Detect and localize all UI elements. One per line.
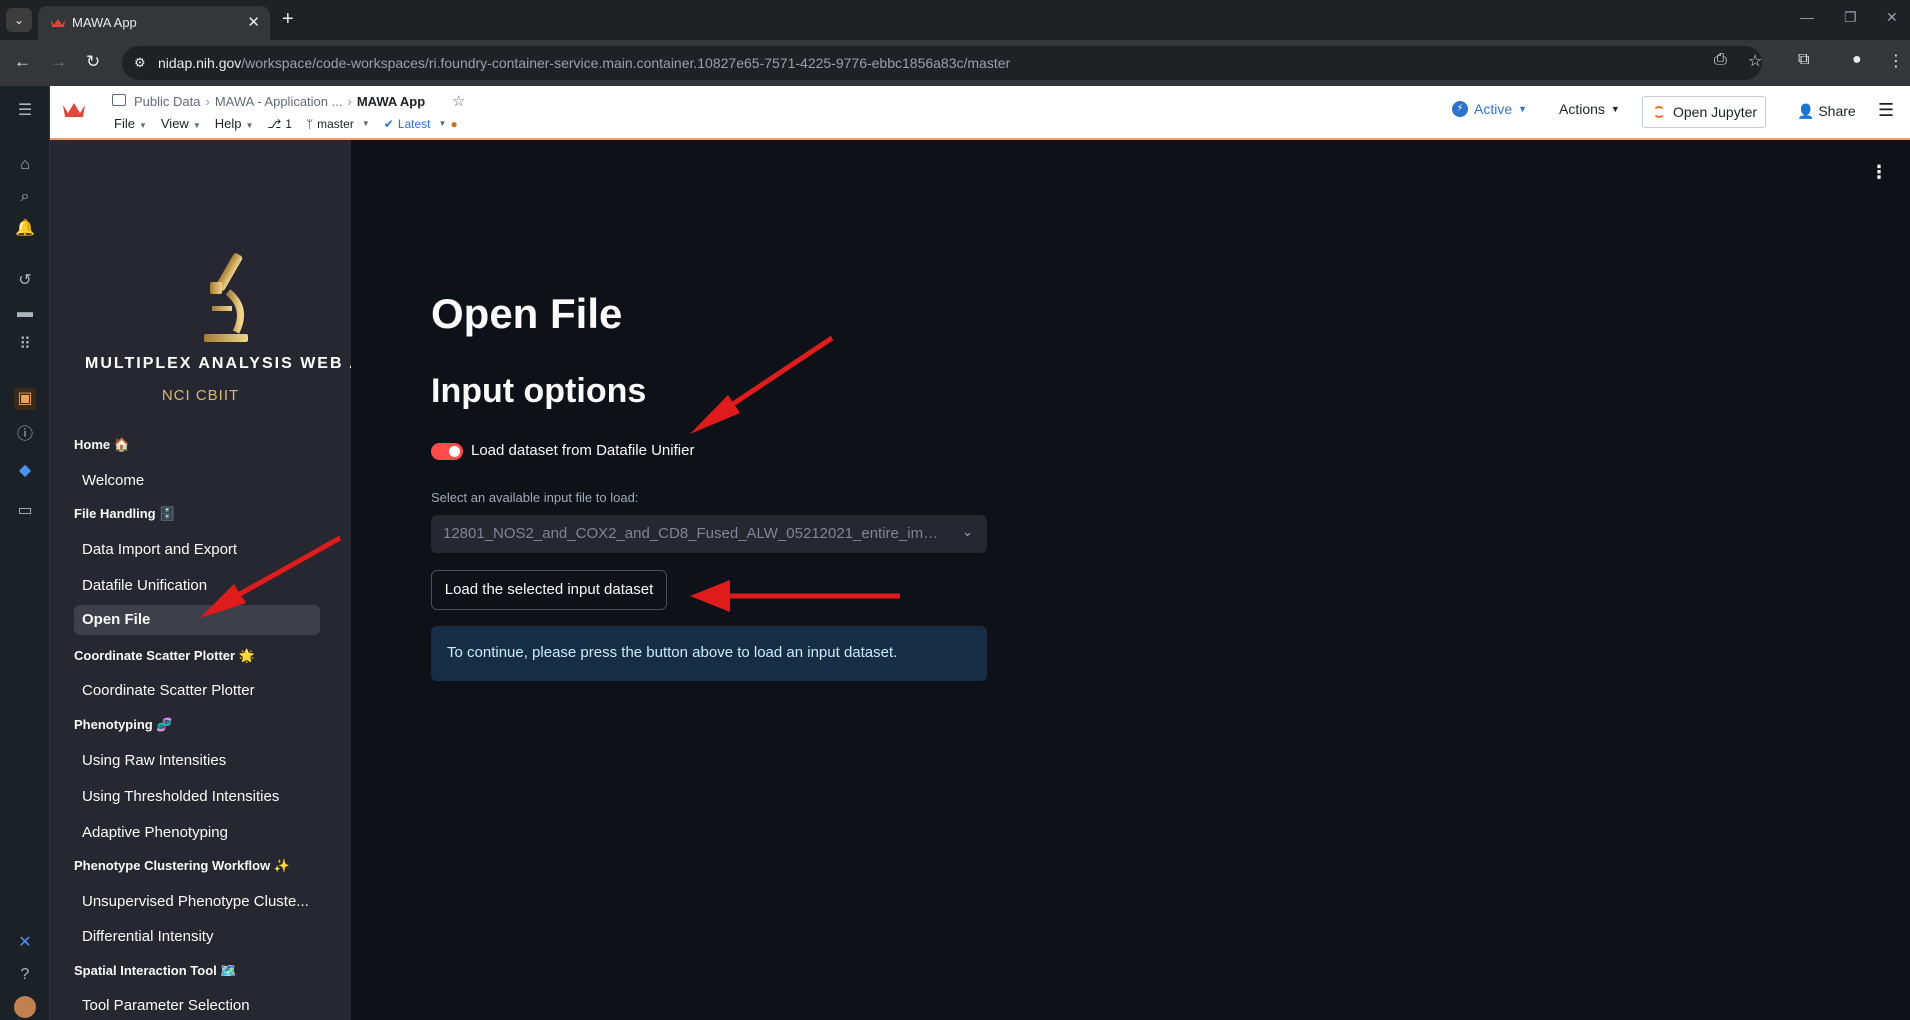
select-value: 12801_NOS2_and_COX2_and_CD8_Fused_ALW_05… (443, 525, 943, 542)
menu-bar: File ▼ View ▼ Help ▼ ⎇ 1 ᛘ master ▼ ✔ Latest… (114, 116, 458, 131)
sidebar-list-icon[interactable]: ☰ (1878, 100, 1894, 121)
profile-icon[interactable]: ● (1852, 51, 1862, 69)
forward-icon[interactable]: → (50, 52, 67, 72)
nav-item-open-file[interactable]: Open File (74, 605, 320, 635)
breadcrumb-item[interactable]: Public Data (134, 94, 200, 109)
back-icon[interactable]: ← (14, 52, 31, 72)
nav-item-adaptive-phenotyping[interactable]: Adaptive Phenotyping (74, 818, 320, 848)
nav-item-tool-parameter-selection[interactable]: Tool Parameter Selection (74, 991, 320, 1020)
app-logo-title: MULTIPLEX ANALYSIS WEB AP (85, 355, 351, 372)
lightning-icon: ⚡ (1452, 101, 1468, 117)
load-from-unifier-toggle[interactable] (431, 443, 463, 460)
nav-section-phenotyping: Phenotyping 🧬 (74, 717, 173, 732)
microscope-logo-icon (204, 253, 248, 342)
nav-item-differential-intensity[interactable]: Differential Intensity (74, 922, 320, 952)
page-title: Open File (431, 290, 623, 337)
bookmark-star-icon[interactable]: ☆ (1748, 51, 1762, 71)
minimize-icon[interactable]: — (1800, 9, 1814, 25)
search-icon[interactable]: ⌕ (14, 186, 36, 208)
nav-item-data-import-export[interactable]: Data Import and Export (74, 535, 320, 565)
app-sidebar: MULTIPLEX ANALYSIS WEB AP NCI CBIIT Home… (50, 140, 351, 1020)
nav-item-unsupervised-clustering[interactable]: Unsupervised Phenotype Cluste... (74, 887, 320, 917)
nav-item-coordinate-scatter-plotter[interactable]: Coordinate Scatter Plotter (74, 676, 320, 706)
nav-section-coordinate-scatter: Coordinate Scatter Plotter 🌟 (74, 648, 255, 663)
load-dataset-button[interactable]: Load the selected input dataset (431, 570, 667, 610)
menu-view[interactable]: View ▼ (161, 116, 201, 131)
browser-tab[interactable]: MAWA App ✕ (38, 6, 270, 40)
foundry-logo-icon[interactable] (62, 100, 86, 120)
open-folder-icon[interactable]: ▭ (14, 500, 36, 522)
kebab-menu-icon[interactable]: ⋮ (1870, 162, 1888, 183)
favorite-star-icon[interactable]: ☆ (452, 92, 465, 110)
site-info-icon[interactable]: ⚙ (134, 55, 146, 71)
nav-item-datafile-unification[interactable]: Datafile Unification (74, 571, 320, 601)
chrome-menu-icon[interactable]: ⋮ (1888, 51, 1904, 71)
nav-item-thresholded-intensities[interactable]: Using Thresholded Intensities (74, 782, 320, 812)
extensions-icon[interactable]: ⧉ (1798, 51, 1809, 69)
document-icon (112, 94, 126, 106)
nav-section-phenotype-clustering: Phenotype Clustering Workflow ✨ (74, 858, 291, 873)
help-icon[interactable]: ? (14, 964, 36, 986)
apps-icon[interactable]: ⠿ (14, 334, 36, 356)
open-jupyter-button[interactable]: Open Jupyter (1642, 96, 1766, 128)
alert-icon[interactable]: ⓘ (14, 424, 36, 446)
address-bar[interactable]: ⚙ nidap.nih.gov/workspace/code-workspace… (122, 46, 1762, 80)
version-selector[interactable]: ✔ Latest ▼ ● (384, 117, 458, 131)
nav-item-welcome[interactable]: Welcome (74, 466, 320, 496)
nav-section-home: Home 🏠 (74, 437, 130, 452)
tab-close-icon[interactable]: ✕ (247, 13, 260, 31)
folder-icon[interactable]: ▬ (14, 302, 36, 324)
share-button[interactable]: 👤 Share (1797, 103, 1856, 120)
app-logo-subtitle: NCI CBIIT (161, 387, 240, 404)
foundry-favicon-icon (51, 19, 65, 27)
select-label: Select an available input file to load: (431, 490, 639, 505)
breadcrumb: Public Data › MAWA - Application ... › MAWA … (134, 94, 426, 109)
browser-tabbar: ⌄ MAWA App ✕ + — ❐ ✕ (0, 0, 1910, 40)
new-tab-button[interactable]: + (282, 8, 294, 31)
share-icon: 👤 (1797, 103, 1815, 119)
actions-dropdown[interactable]: Actions ▼ (1559, 101, 1620, 117)
breadcrumb-item[interactable]: MAWA - Application ... (215, 94, 343, 109)
reload-icon[interactable]: ↻ (86, 52, 100, 72)
toggle-label: Load dataset from Datafile Unifier (471, 442, 695, 459)
close-window-icon[interactable]: ✕ (1886, 9, 1898, 26)
foundry-header: Public Data › MAWA - Application ... › MAWA … (50, 86, 1910, 140)
chevron-down-icon: ⌄ (962, 524, 973, 539)
branch-count[interactable]: ⎇ 1 (267, 117, 292, 131)
cube-icon[interactable]: ◆ (14, 460, 36, 482)
dna-icon[interactable]: ✕ (14, 932, 36, 954)
foundry-rail: ☰ ⌂ ⌕ 🔔 ↺ ▬ ⠿ ▣ ⓘ ◆ ▭ ✕ ? (0, 86, 50, 1020)
menu-file[interactable]: File ▼ (114, 116, 147, 131)
info-alert: To continue, please press the button abo… (431, 626, 987, 681)
branch-selector[interactable]: ᛘ master ▼ (306, 117, 370, 131)
collapse-menu-icon[interactable]: ☰ (14, 100, 36, 122)
nav-section-file-handling: File Handling 🗄️ (74, 506, 176, 521)
input-file-select[interactable]: 12801_NOS2_and_COX2_and_CD8_Fused_ALW_05… (431, 515, 987, 553)
avatar[interactable] (14, 996, 36, 1018)
home-icon[interactable]: ⌂ (14, 154, 36, 176)
status-dropdown[interactable]: ⚡ Active ▼ (1452, 101, 1527, 117)
menu-help[interactable]: Help ▼ (215, 116, 254, 131)
restore-icon[interactable]: ❐ (1844, 9, 1857, 26)
nav-item-raw-intensities[interactable]: Using Raw Intensities (74, 746, 320, 776)
bell-icon[interactable]: 🔔 (14, 218, 36, 240)
main-content: ⋮ Open File Input options Load dataset f… (351, 140, 1910, 1020)
section-title: Input options (431, 372, 647, 410)
browser-toolbar: ← → ↻ ⚙ nidap.nih.gov/workspace/code-wor… (0, 40, 1910, 86)
url-text: nidap.nih.gov/workspace/code-workspaces/… (158, 55, 1011, 71)
workspace-icon[interactable]: ▣ (14, 388, 36, 410)
tab-title: MAWA App (72, 15, 137, 30)
jupyter-icon (1653, 106, 1665, 118)
nav-section-spatial-interaction: Spatial Interaction Tool 🗺️ (74, 963, 237, 978)
toggle-knob (449, 446, 460, 457)
install-app-icon[interactable]: ⎙ (1714, 51, 1727, 69)
tab-search-icon[interactable]: ⌄ (6, 8, 32, 32)
breadcrumb-current: MAWA App (356, 94, 426, 109)
history-icon[interactable]: ↺ (14, 270, 36, 292)
